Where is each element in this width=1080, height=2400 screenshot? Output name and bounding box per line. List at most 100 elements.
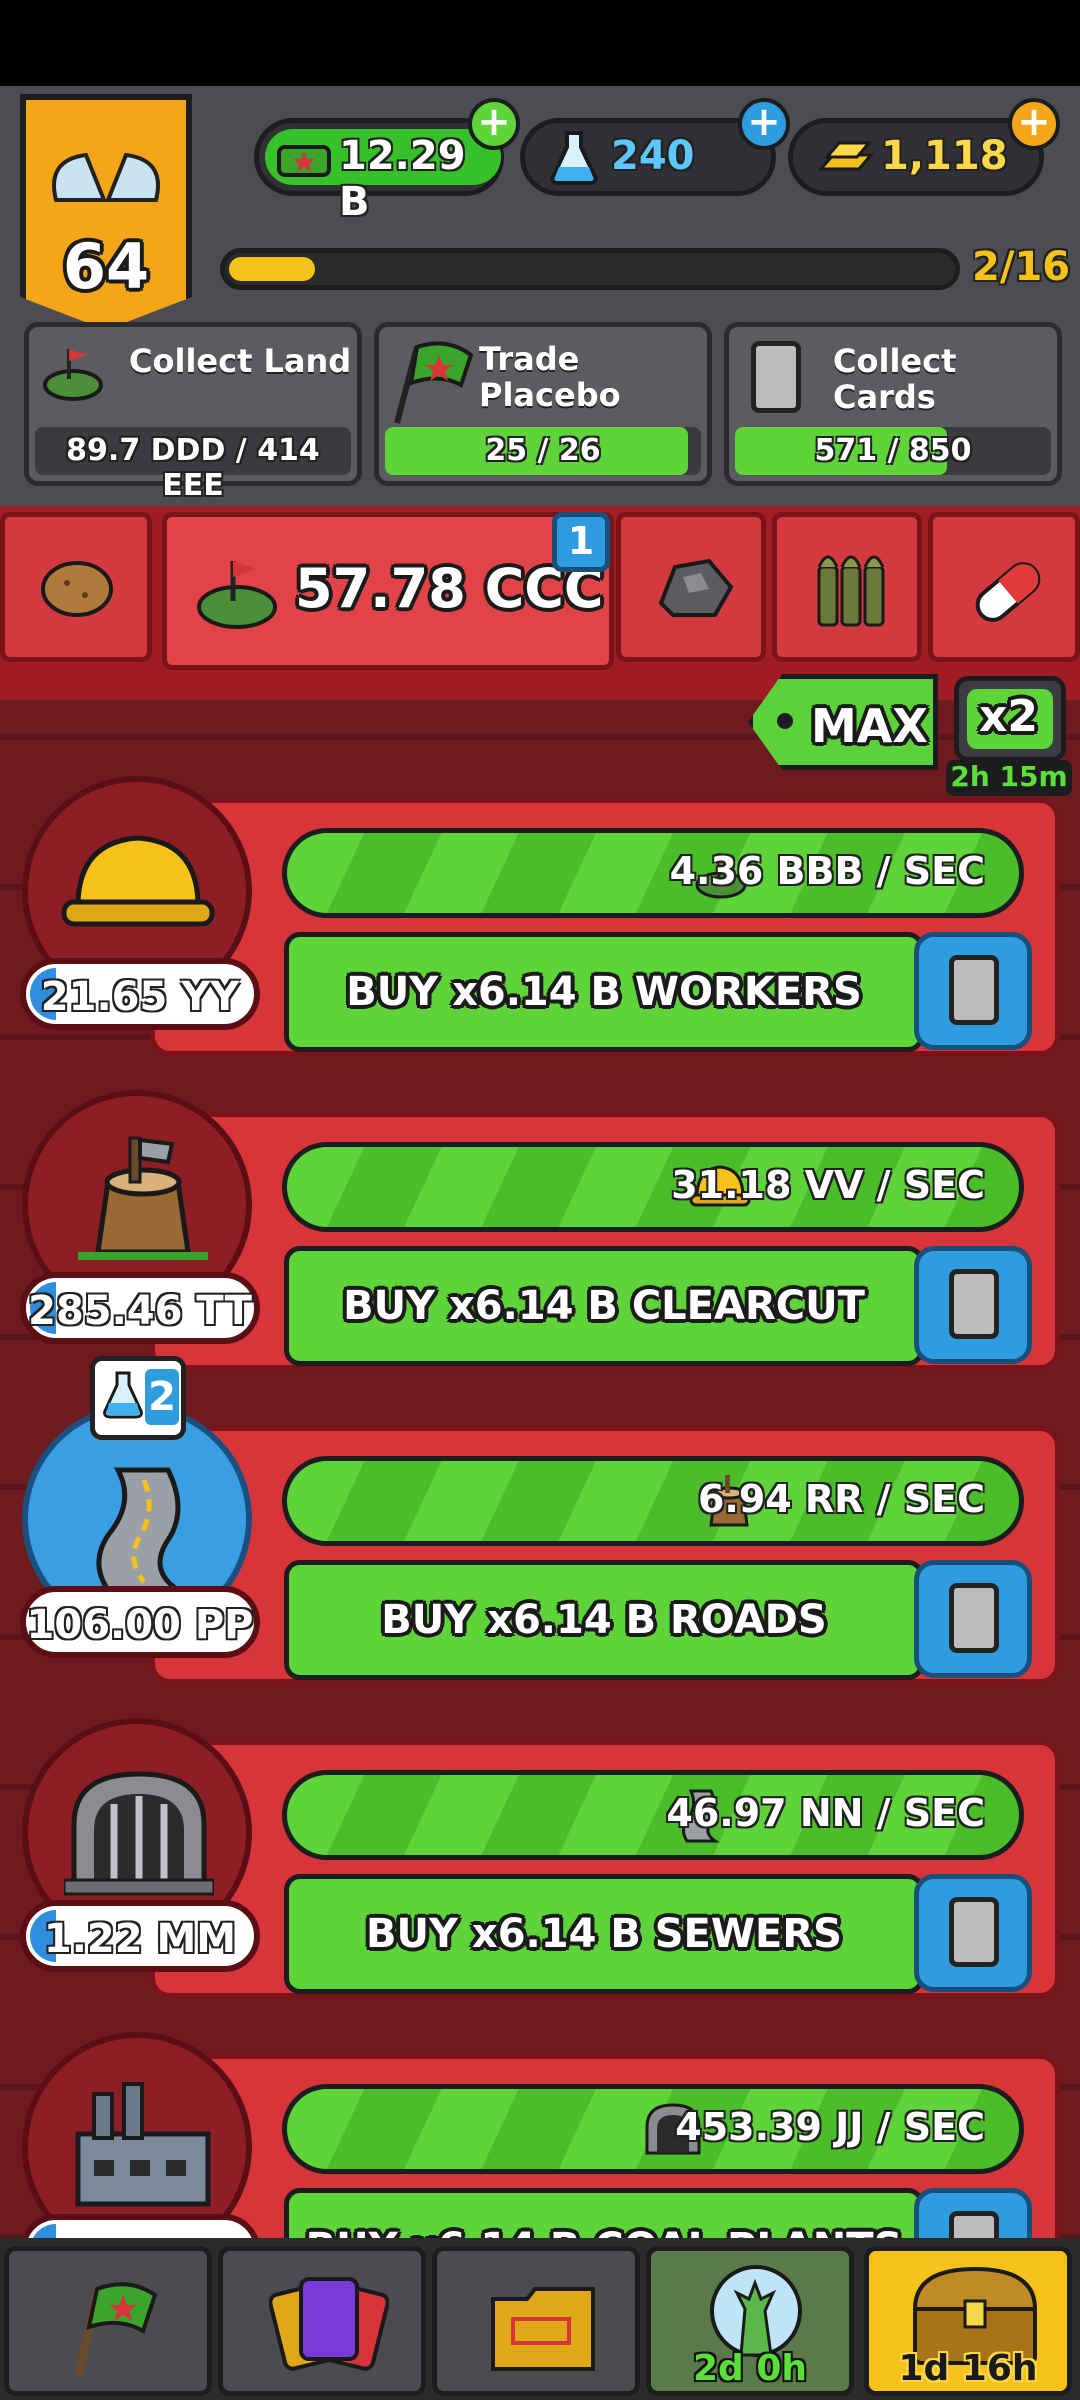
trade-placebo-card[interactable]: Trade Placebo 25 / 26 bbox=[374, 322, 712, 486]
potato-tab[interactable] bbox=[0, 512, 152, 662]
upgrade-card-button[interactable] bbox=[914, 932, 1032, 1050]
producer-amount-label: 1.22 MM bbox=[43, 1916, 237, 1962]
land-tab[interactable]: 57.78 CCC bbox=[162, 512, 614, 670]
nav-event-button[interactable]: 2d 0h bbox=[646, 2246, 854, 2396]
buy-label: BUY x6.14 B SEWERS bbox=[366, 1911, 842, 1957]
cards-icon bbox=[269, 2277, 389, 2371]
producer-rate-label: 31.18 VV / SEC bbox=[671, 1163, 985, 1207]
buy-roads-button[interactable]: BUY x6.14 B ROADS bbox=[284, 1560, 924, 1680]
producer-amount: 1.22 MM bbox=[20, 1900, 260, 1972]
collect-cards-card[interactable]: Collect Cards 571 / 850 bbox=[724, 322, 1062, 486]
nav-chest-button[interactable]: 1d 16h bbox=[864, 2246, 1072, 2396]
producer-rate: 453.39 JJ / SEC bbox=[282, 2084, 1024, 2174]
factory-icon bbox=[75, 2082, 211, 2207]
boost-label: x2 bbox=[979, 691, 1038, 742]
chest-timer: 1d 16h bbox=[898, 2348, 1038, 2389]
research-requirement-value: 2 bbox=[145, 1369, 179, 1425]
research-requirement-badge: 2 bbox=[90, 1356, 186, 1440]
land-tab-badge: 1 bbox=[552, 512, 610, 572]
card-progress: 571 / 850 bbox=[735, 427, 1051, 475]
card-progress: 25 / 26 bbox=[385, 427, 701, 475]
gold-value: 1,118 bbox=[881, 133, 1008, 179]
card-icon bbox=[949, 1583, 999, 1653]
upgrade-card-button[interactable] bbox=[914, 1874, 1032, 1992]
flag-icon bbox=[75, 2282, 158, 2376]
collect-land-card[interactable]: Collect Land 89.7 DDD / 414 EEE bbox=[24, 322, 362, 503]
folder-icon bbox=[491, 2287, 595, 2371]
level-banner[interactable]: 64 bbox=[20, 94, 192, 330]
card-title: Collect Cards bbox=[833, 342, 957, 416]
add-cash-button[interactable]: + bbox=[468, 98, 520, 150]
ore-icon bbox=[658, 558, 734, 617]
card-icon bbox=[949, 1269, 999, 1339]
road-icon bbox=[96, 1467, 187, 1593]
nav-campaign-button[interactable] bbox=[4, 2246, 212, 2396]
producer-amount-label: 21.65 YY bbox=[40, 974, 240, 1020]
producer-rate-label: 6.94 RR / SEC bbox=[697, 1477, 985, 1521]
producer-rate-label: 4.36 BBB / SEC bbox=[669, 849, 985, 893]
nav-cards-button[interactable] bbox=[218, 2246, 426, 2396]
land-icon bbox=[197, 561, 277, 629]
pill-tab[interactable] bbox=[928, 512, 1080, 662]
card-icon bbox=[751, 341, 801, 413]
sewer-icon bbox=[64, 1771, 214, 1896]
buy-label: BUY x6.14 B CLEARCUT bbox=[343, 1283, 865, 1329]
event-timer: 2d 0h bbox=[692, 2348, 808, 2389]
boost-timer: 2h 15m bbox=[950, 760, 1068, 793]
producer-rate: 31.18 VV / SEC bbox=[282, 1142, 1024, 1232]
max-label: MAX bbox=[811, 699, 928, 753]
producer-rate-label: 46.97 NN / SEC bbox=[666, 1791, 985, 1835]
card-progress-label: 571 / 850 bbox=[814, 433, 972, 468]
buy-label: BUY x6.14 B ROADS bbox=[381, 1597, 827, 1643]
card-progress-label: 25 / 26 bbox=[485, 433, 601, 468]
buy-label: BUY x6.14 B WORKERS bbox=[346, 969, 862, 1015]
card-progress-label: 89.7 DDD / 414 EEE bbox=[66, 433, 320, 503]
upgrade-card-button[interactable] bbox=[914, 1246, 1032, 1364]
boost-x2-button[interactable]: x2 bbox=[954, 676, 1066, 762]
producer-amount: 285.46 TT bbox=[20, 1272, 260, 1344]
add-research-button[interactable]: + bbox=[738, 98, 790, 150]
buy-sewers-button[interactable]: BUY x6.14 B SEWERS bbox=[284, 1874, 924, 1994]
nav-research-button[interactable] bbox=[432, 2246, 640, 2396]
pill-icon bbox=[975, 562, 1041, 622]
card-title: Collect Land bbox=[129, 342, 352, 380]
producer-amount-label: 106.00 PP bbox=[26, 1602, 254, 1648]
cash-pill[interactable]: 12.29 B bbox=[254, 118, 504, 225]
potato-icon bbox=[41, 561, 113, 617]
producer-amount: 21.65 YY bbox=[20, 958, 260, 1030]
level-number: 64 bbox=[62, 230, 150, 303]
hard-hat-icon bbox=[61, 835, 215, 927]
card-progress: 89.7 DDD / 414 EEE bbox=[35, 427, 351, 503]
gold-pill[interactable]: 1,118 bbox=[788, 118, 1044, 196]
flask-icon bbox=[550, 131, 598, 185]
producer-rate: 46.97 NN / SEC bbox=[282, 1770, 1024, 1860]
producer-rate: 4.36 BBB / SEC bbox=[282, 828, 1024, 918]
research-pill[interactable]: 240 bbox=[520, 118, 776, 196]
cash-icon bbox=[277, 145, 331, 177]
buy-workers-button[interactable]: BUY x6.14 B WORKERS bbox=[284, 932, 924, 1052]
level-progress-bar bbox=[220, 248, 960, 290]
land-icon bbox=[43, 349, 103, 401]
level-progress-fill bbox=[229, 257, 315, 281]
add-gold-button[interactable]: + bbox=[1008, 98, 1060, 150]
producer-rate: 6.94 RR / SEC bbox=[282, 1456, 1024, 1546]
producer-rate-label: 453.39 JJ / SEC bbox=[675, 2105, 985, 2149]
ammo-icon bbox=[817, 555, 885, 627]
tree-stump-icon bbox=[78, 1136, 208, 1260]
max-button[interactable]: MAX bbox=[748, 674, 938, 770]
flag-icon bbox=[394, 341, 474, 424]
wings-icon bbox=[52, 152, 160, 202]
producer-amount: 106.00 PP bbox=[20, 1586, 260, 1658]
gold-bars-icon bbox=[817, 141, 875, 171]
card-icon bbox=[949, 955, 999, 1025]
flask-icon bbox=[103, 1371, 143, 1419]
card-title: Trade Placebo bbox=[479, 340, 621, 414]
ore-tab[interactable] bbox=[616, 512, 766, 662]
upgrade-card-button[interactable] bbox=[914, 1560, 1032, 1678]
ammo-tab[interactable] bbox=[772, 512, 922, 662]
producer-amount-label: 285.46 TT bbox=[28, 1288, 252, 1334]
card-icon bbox=[949, 1897, 999, 1967]
buy-clearcut-button[interactable]: BUY x6.14 B CLEARCUT bbox=[284, 1246, 924, 1366]
research-value: 240 bbox=[611, 133, 695, 179]
cash-value: 12.29 B bbox=[339, 133, 466, 225]
